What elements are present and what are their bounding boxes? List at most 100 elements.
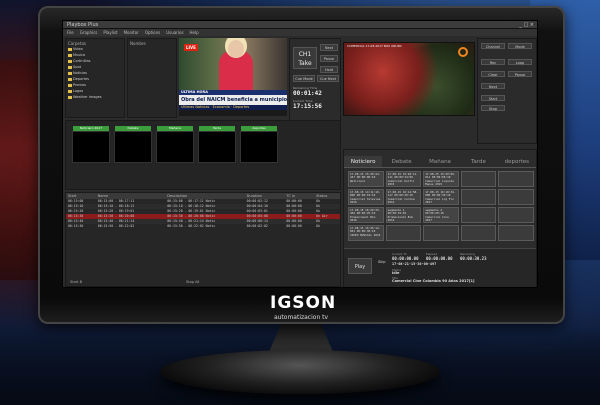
remaining-time: 00:01:42	[293, 90, 322, 97]
cart-cell[interactable]: 17-08-15 16:14:58-117 00:00:30:10 Comerc…	[385, 189, 422, 205]
right-control-panel: Channel Mode Rec Loop Clear Pause Next S…	[477, 38, 537, 144]
table-row[interactable]: 06:15:50 06:15:50 - 06:22:02 06:15:50 - 06…	[66, 224, 340, 229]
play-button[interactable]: Play	[348, 258, 372, 274]
tab-deportes[interactable]: deportes	[498, 156, 536, 167]
preview-caption: COMERCIAL 17-08-2017 BOX ANUNC	[347, 44, 402, 48]
menu-options[interactable]: Options	[145, 29, 160, 36]
clear-button[interactable]: Clear	[481, 71, 505, 77]
stop-button[interactable]: Stop	[481, 105, 505, 111]
cart-cell[interactable]	[498, 207, 534, 223]
menu-usuarios[interactable]: Usuarios	[166, 29, 183, 36]
tab-debate[interactable]: Debate	[382, 156, 420, 167]
loop-button[interactable]: Loop	[508, 59, 532, 65]
preview-artwork	[344, 43, 474, 115]
playlist-footer-right[interactable]: Stop All	[186, 280, 199, 284]
tab-noticiero[interactable]: Noticiero	[344, 156, 383, 167]
clip-title: Comercial Cine Colombia 90 Años 2017[1]	[392, 279, 475, 283]
pause-button[interactable]: Pause	[320, 55, 338, 62]
menu-help[interactable]: Help	[190, 29, 199, 36]
cart-cell[interactable]: 17-08-15 16:18:34-000 00:00:30:10 Comerc…	[423, 189, 459, 205]
menu-playlist[interactable]: Playlist	[103, 29, 117, 36]
tab-tarde[interactable]: Tarde	[459, 156, 497, 167]
cart-cell[interactable]	[460, 171, 497, 187]
window-titlebar: Playbox Plus _ □ ×	[63, 21, 537, 29]
preview-video: COMERCIAL 17-08-2017 BOX ANUNC	[343, 42, 475, 116]
mode-button[interactable]: Mode	[508, 43, 532, 49]
take-button[interactable]: CH1 Take	[293, 47, 317, 69]
tree-item[interactable]: Weather Images	[68, 94, 122, 100]
start-button[interactable]: Start	[481, 95, 505, 101]
cart-cell[interactable]	[498, 189, 534, 205]
cart-cell[interactable]: 17-08-15 16:45:12-001 00:00:30:10 VIDEO …	[348, 225, 384, 241]
cart-cell[interactable]: segmento 2 00:00:20:10 Comercial Cine 20…	[423, 207, 459, 223]
menu-monitor[interactable]: Monitor	[124, 29, 139, 36]
cart-cell[interactable]: 17-08-15 15:20:09-011 00:00:06:10 Comerc…	[423, 171, 459, 187]
folder-icon	[68, 95, 72, 99]
thumbnail[interactable]: Tarde	[198, 126, 236, 163]
channel-logo-icon	[458, 47, 468, 57]
channel-button[interactable]: Channel	[481, 43, 505, 49]
status-value: Idle	[392, 271, 400, 275]
cart-cell[interactable]	[385, 225, 422, 241]
cart-cell[interactable]	[460, 189, 497, 205]
cart-grid: 17-08-15 15:20:44-447 00:00:00:10 Notici…	[348, 171, 534, 241]
file-list[interactable]: Nombre	[127, 38, 177, 118]
folder-icon	[68, 83, 72, 87]
folder-icon	[68, 59, 72, 63]
current-time: 17:15:56	[293, 103, 322, 110]
cart-cell[interactable]: 17-08-15 15:20:44-447 00:00:00:10 Notici…	[348, 171, 384, 187]
cart-cell[interactable]	[423, 225, 459, 241]
cart-cell[interactable]: 17-08-15 16:29:35-459 00:00:25:10 Promoc…	[348, 207, 384, 223]
cart-cell[interactable]	[460, 207, 497, 223]
background-studio-screens	[0, 60, 40, 280]
file-list-title: Nombre	[130, 41, 146, 46]
folder-tree: Carpetas Video Musica Cortinillas Spot N…	[65, 38, 125, 118]
cart-tabs: Noticiero Debate Mañana Tarde deportes	[344, 156, 536, 168]
cart-cell[interactable]	[498, 225, 534, 241]
brand-logo: IGSON automatizacion tv	[270, 293, 335, 321]
window-controls[interactable]: _ □ ×	[519, 22, 534, 28]
video-headline: Obra del NAICM beneficia a municipios de…	[179, 95, 287, 105]
menu-graphics[interactable]: Graphics	[80, 29, 98, 36]
elapsed-tc: 00:00:00.00	[426, 256, 453, 261]
folder-icon	[68, 71, 72, 75]
folder-icon	[68, 89, 72, 93]
cart-cell[interactable]	[498, 171, 534, 187]
rec-button[interactable]: Rec	[481, 59, 505, 65]
cart-panel: Noticiero Debate Mañana Tarde deportes 1…	[343, 149, 537, 287]
cue-mode-button[interactable]: Cue Mode	[293, 75, 315, 82]
thumbnail[interactable]: Noticiero 2017	[72, 126, 110, 163]
thumbnail[interactable]: deportes	[240, 126, 278, 163]
video-presenter-head	[228, 40, 244, 58]
cue-next-button[interactable]: Cue Next	[317, 75, 339, 82]
thumbnail[interactable]: Debate	[114, 126, 152, 163]
cart-status: Play Skip Current TC 00:00:00.00 Elapsed…	[344, 248, 536, 287]
pause-right-button[interactable]: Pause	[508, 71, 532, 77]
app-window: Playbox Plus _ □ × File Graphics Playlis…	[62, 20, 538, 288]
folder-icon	[68, 65, 72, 69]
folder-icon	[68, 77, 72, 81]
next-right-button[interactable]: Next	[481, 83, 505, 89]
live-badge: LIVE	[184, 44, 198, 51]
cart-cell[interactable]: 17-08-15 15:20:11-111 00:00:34:09 Comerc…	[385, 171, 422, 187]
folder-icon	[68, 53, 72, 57]
playlist-table: Start Name Description Duration TC In St…	[65, 192, 341, 287]
monitor-stand-base	[160, 350, 440, 394]
thumbnail[interactable]: Mañana	[156, 126, 194, 163]
cart-cell[interactable]: segmento 1 00:00:19:02 Promocional Bim 2…	[385, 207, 422, 223]
next-button[interactable]: Next	[320, 44, 338, 51]
tab-manana[interactable]: Mañana	[421, 156, 459, 167]
take-label: Take	[298, 60, 312, 67]
folder-icon	[68, 47, 72, 51]
video-transport-bar[interactable]	[179, 110, 287, 116]
brand-tagline: automatizacion tv	[273, 314, 329, 321]
thumbnail-strip: Noticiero 2017 Debate Mañana Tarde depor…	[65, 120, 341, 190]
playlist-footer-left[interactable]: Start B	[70, 280, 82, 284]
menu-file[interactable]: File	[67, 29, 74, 36]
remaining-tc: 00:00:30.23	[460, 256, 487, 261]
cart-cell[interactable]: 17-08-15 14:11:10-000 00:00:19:10 Comerc…	[348, 189, 384, 205]
window-title: Playbox Plus	[67, 22, 99, 28]
skip-button[interactable]: Skip	[378, 260, 385, 264]
hold-button[interactable]: Hold	[320, 66, 338, 73]
cart-cell[interactable]	[460, 225, 497, 241]
